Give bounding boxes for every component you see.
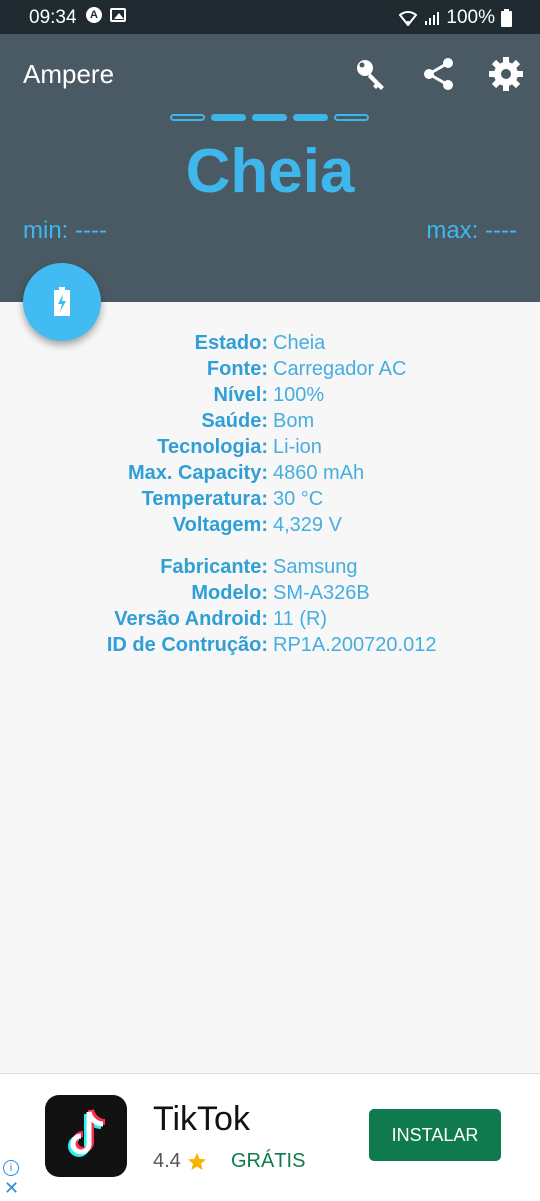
status-time: 09:34 [29,7,77,28]
charge-level-dashes [170,114,369,121]
info-row-temperatura: Temperatura: 30 °C [0,488,540,514]
info-value: Bom [273,410,315,432]
info-label: ID de Contrução: [106,634,268,656]
info-row-max-capacity: Max. Capacity: 4860 mAh [0,462,540,488]
install-button[interactable]: INSTALAR [369,1109,501,1161]
info-row-build-id: ID de Contrução: RP1A.200720.012 [0,634,540,660]
ad-app-name[interactable]: TikTok [153,1100,250,1139]
tiktok-app-icon[interactable] [45,1095,127,1177]
info-label: Versão Android: [114,608,268,630]
info-label: Modelo: [191,582,268,604]
info-value: Carregador AC [273,358,407,380]
ad-info-icon[interactable]: i [3,1160,19,1176]
info-label: Tecnologia: [157,436,268,458]
info-row-voltagem: Voltagem: 4,329 V [0,514,540,540]
battery-info-list: Estado: Cheia Fonte: Carregador AC Nível… [0,332,540,540]
ad-rating-value: 4.4 [153,1150,181,1172]
charge-state-title: Cheia [185,137,355,206]
image-notification-icon [110,8,126,22]
info-row-estado: Estado: Cheia [0,332,540,358]
max-value: max: ---- [426,217,517,244]
info-value: 4860 mAh [273,462,365,484]
info-value: 30 °C [273,488,324,510]
info-row-fabricante: Fabricante: Samsung [0,556,540,582]
info-value: 4,329 V [273,514,342,536]
info-value: Cheia [273,332,326,354]
ad-price: GRÁTIS [231,1150,306,1172]
info-label: Max. Capacity: [127,462,268,484]
status-bar: 09:34 A 100% [0,0,540,34]
level-dash [170,114,205,121]
battery-fab-button[interactable] [23,263,101,341]
ad-banner[interactable]: TikTok 4.4 GRÁTIS INSTALAR i ✕ [0,1073,540,1201]
ad-rating: 4.4 [153,1150,207,1173]
info-label: Nível: [213,384,268,406]
device-info-list: Fabricante: Samsung Modelo: SM-A326B Ver… [0,556,540,660]
info-value: 11 (R) [273,608,328,630]
info-label: Temperatura: [141,488,268,510]
app-header: Ampere Cheia min: ---- max: ---- [0,34,540,302]
info-row-nivel: Nível: 100% [0,384,540,410]
info-value: RP1A.200720.012 [273,634,437,656]
level-dash [211,114,246,121]
info-row-tecnologia: Tecnologia: Li-ion [0,436,540,462]
min-value: min: ---- [23,217,107,244]
ad-close-icon[interactable]: ✕ [4,1178,19,1199]
info-label: Estado: [194,332,268,354]
info-label: Voltagem: [172,514,268,536]
info-row-saude: Saúde: Bom [0,410,540,436]
battery-charging-icon [54,287,70,316]
battery-percent: 100% [446,7,495,28]
gear-icon[interactable] [486,54,526,94]
star-icon [187,1152,206,1170]
info-label: Fonte: [206,358,268,380]
level-dash [334,114,369,121]
notification-icon: A [86,7,102,23]
info-value: Samsung [273,556,358,578]
wifi-icon [399,11,418,26]
info-row-modelo: Modelo: SM-A326B [0,582,540,608]
app-title: Ampere [23,59,115,89]
info-row-versao-android: Versão Android: 11 (R) [0,608,540,634]
signal-icon [425,12,440,25]
level-dash [293,114,328,121]
info-value: Li-ion [273,436,322,458]
info-value: 100% [273,384,325,406]
level-dash [252,114,287,121]
info-value: SM-A326B [273,582,370,604]
info-label: Fabricante: [160,556,268,578]
key-icon[interactable] [351,54,391,94]
info-label: Saúde: [201,410,268,432]
info-row-fonte: Fonte: Carregador AC [0,358,540,384]
battery-icon [501,9,512,27]
share-icon[interactable] [419,54,459,94]
